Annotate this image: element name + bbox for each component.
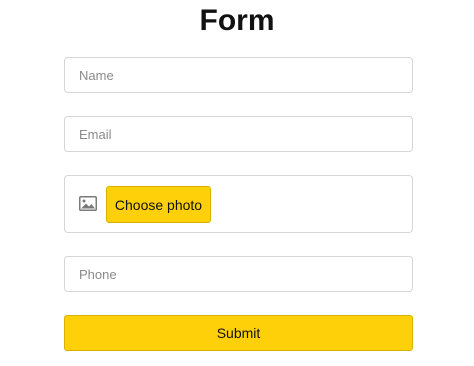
email-input[interactable] [65,117,412,151]
page-title: Form [199,4,275,37]
image-icon [79,196,97,211]
name-input[interactable] [65,58,412,92]
choose-photo-button[interactable]: Choose photo [106,186,211,223]
photo-field: Choose photo [64,175,413,233]
submit-button[interactable]: Submit [64,315,413,351]
name-field[interactable] [64,57,413,93]
phone-field[interactable] [64,256,413,292]
phone-input[interactable] [65,257,412,291]
form-page: Form Choose photo Submit [0,0,474,366]
email-field[interactable] [64,116,413,152]
